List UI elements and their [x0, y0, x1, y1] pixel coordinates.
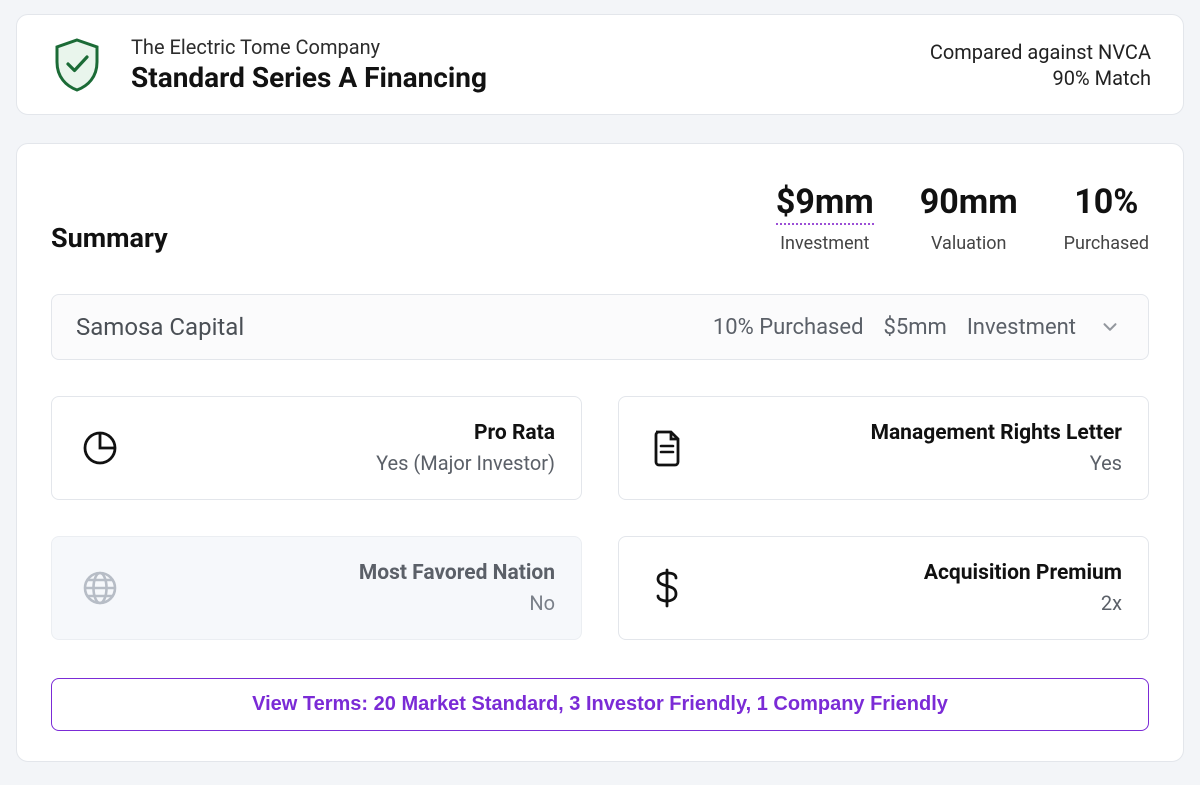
- term-most-favored-nation[interactable]: Most Favored Nation No: [51, 536, 582, 640]
- pie-chart-icon: [78, 426, 122, 470]
- term-value: Yes (Major Investor): [376, 451, 555, 475]
- metric-valuation: 90mm Valuation: [920, 184, 1018, 254]
- term-label: Acquisition Premium: [924, 561, 1122, 585]
- metric-value: $9mm: [776, 182, 874, 225]
- compared-against-label: Compared against NVCA: [930, 40, 1151, 64]
- term-value: 2x: [924, 591, 1122, 615]
- dollar-icon: [645, 566, 689, 610]
- term-label: Most Favored Nation: [359, 561, 555, 585]
- metric-label: Purchased: [1064, 233, 1149, 254]
- view-terms-button[interactable]: View Terms: 20 Market Standard, 3 Invest…: [51, 678, 1149, 731]
- summary-top-row: Summary $9mm Investment 90mm Valuation 1…: [51, 184, 1149, 254]
- term-value: No: [359, 591, 555, 615]
- comparison-block: Compared against NVCA 90% Match: [930, 40, 1151, 90]
- chevron-down-icon: [1096, 313, 1124, 341]
- term-acquisition-premium[interactable]: Acquisition Premium 2x: [618, 536, 1149, 640]
- investor-amount: $5mm: [883, 315, 946, 340]
- term-value: Yes: [871, 451, 1122, 475]
- metric-label: Valuation: [920, 233, 1018, 254]
- term-text: Management Rights Letter Yes: [871, 421, 1122, 475]
- metric-value: 10%: [1074, 182, 1138, 222]
- term-text: Pro Rata Yes (Major Investor): [376, 421, 555, 475]
- summary-card: Summary $9mm Investment 90mm Valuation 1…: [16, 143, 1184, 762]
- investor-name: Samosa Capital: [76, 313, 244, 341]
- document-icon: [645, 426, 689, 470]
- investor-amount-label: Investment: [967, 315, 1076, 340]
- term-management-rights[interactable]: Management Rights Letter Yes: [618, 396, 1149, 500]
- investor-stats: 10% Purchased $5mm Investment: [713, 313, 1124, 341]
- match-percentage: 90% Match: [930, 66, 1151, 90]
- shield-check-icon: [49, 37, 105, 93]
- investor-purchased: 10% Purchased: [713, 315, 864, 340]
- globe-icon: [78, 566, 122, 610]
- metric-investment: $9mm Investment: [776, 184, 874, 254]
- term-pro-rata[interactable]: Pro Rata Yes (Major Investor): [51, 396, 582, 500]
- summary-heading: Summary: [51, 222, 168, 254]
- header-left: The Electric Tome Company Standard Serie…: [49, 35, 487, 94]
- term-label: Pro Rata: [376, 421, 555, 445]
- company-name: The Electric Tome Company: [131, 35, 487, 59]
- term-text: Acquisition Premium 2x: [924, 561, 1122, 615]
- document-title: Standard Series A Financing: [131, 61, 487, 94]
- header-titles: The Electric Tome Company Standard Serie…: [131, 35, 487, 94]
- document-header-card: The Electric Tome Company Standard Serie…: [16, 14, 1184, 115]
- terms-grid: Pro Rata Yes (Major Investor) Management…: [51, 396, 1149, 640]
- summary-metrics: $9mm Investment 90mm Valuation 10% Purch…: [776, 184, 1149, 254]
- investor-row[interactable]: Samosa Capital 10% Purchased $5mm Invest…: [51, 294, 1149, 360]
- term-label: Management Rights Letter: [871, 421, 1122, 445]
- metric-purchased: 10% Purchased: [1064, 184, 1149, 254]
- metric-value: 90mm: [920, 182, 1018, 222]
- term-text: Most Favored Nation No: [359, 561, 555, 615]
- metric-label: Investment: [776, 233, 874, 254]
